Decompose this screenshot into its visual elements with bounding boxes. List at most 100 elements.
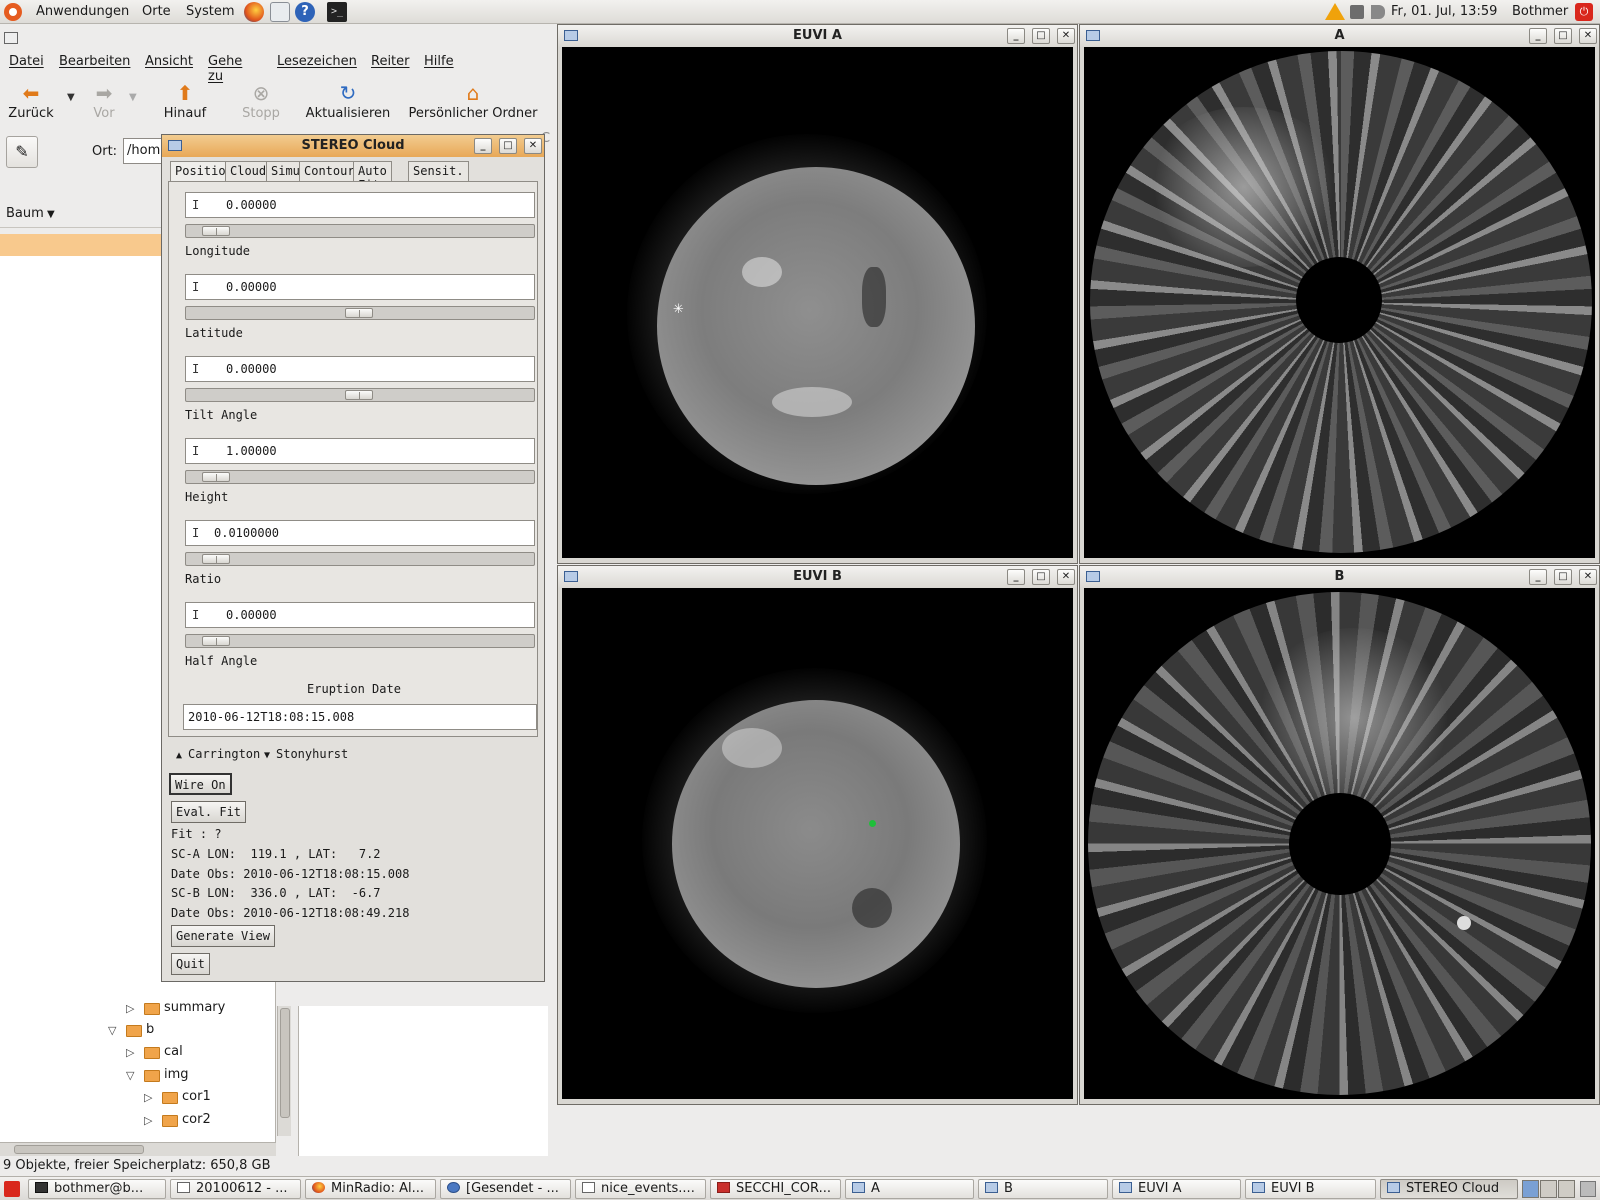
close-icon[interactable]: ✕ [1579,28,1597,44]
window-cor-a[interactable]: A _ □ ✕ [1079,24,1600,564]
wire-on-button[interactable]: Wire On [169,773,232,795]
eruption-date-field[interactable]: 2010-06-12T18:08:15.008 [183,704,537,730]
window-titlebar[interactable]: EUVI B _ □ ✕ [558,566,1077,588]
expand-arrow-icon[interactable]: ▷ [126,1002,134,1015]
menu-places[interactable]: Orte [142,4,171,19]
longitude-slider[interactable] [185,224,535,238]
menu-system[interactable]: System [186,4,234,19]
taskbar-button[interactable]: STEREO Cloud [1380,1179,1518,1199]
scrollbar-thumb[interactable] [280,1008,290,1118]
eval-fit-button[interactable]: Eval. Fit [171,801,247,823]
sidepane-selector[interactable]: Baum ▼ [0,202,165,228]
longitude-field[interactable]: I 0.00000 [185,192,535,218]
user-name[interactable]: Bothmer [1512,4,1568,19]
clock[interactable]: Fr, 01. Jul, 13:59 [1391,4,1497,19]
slider-handle[interactable] [202,554,230,564]
radio-stonyhurst[interactable]: ▼ Stonyhurst [264,747,348,761]
maximize-icon[interactable]: □ [499,138,517,154]
slider-handle[interactable] [202,226,230,236]
volume-icon[interactable] [1371,5,1385,19]
close-icon[interactable]: ✕ [524,138,542,154]
show-desktop-icon[interactable] [4,1181,20,1197]
window-menu-icon[interactable] [4,32,18,44]
maximize-icon[interactable]: □ [1032,569,1050,585]
menu-applications[interactable]: Anwendungen [36,4,129,19]
window-euvi-a[interactable]: EUVI A _ □ ✕ ✳ [557,24,1078,564]
window-menu-icon[interactable] [168,140,182,151]
window-euvi-b[interactable]: EUVI B _ □ ✕ [557,565,1078,1105]
cor-b-image[interactable] [1084,588,1595,1099]
close-icon[interactable]: ✕ [1057,569,1075,585]
minimize-icon[interactable]: _ [1529,569,1547,585]
window-menu-icon[interactable] [1086,571,1100,582]
warning-icon[interactable] [1325,3,1345,20]
close-icon[interactable]: ✕ [1579,569,1597,585]
menu-hilfe[interactable]: Hilfe [424,54,454,69]
tilt-angle-slider[interactable] [185,388,535,402]
workspace-3[interactable] [1558,1180,1575,1198]
menu-lesezeichen[interactable]: Lesezeichen [277,54,357,69]
collapse-arrow-icon[interactable]: ▽ [108,1024,116,1037]
euvi-a-image[interactable]: ✳ [562,47,1073,558]
scrollbar-thumb[interactable] [14,1145,144,1154]
taskbar-button[interactable]: bothmer@b... [28,1179,166,1199]
taskbar-button[interactable]: EUVI A [1112,1179,1241,1199]
slider-handle[interactable] [202,636,230,646]
height-slider[interactable] [185,470,535,484]
window-cor-b[interactable]: B _ □ ✕ [1079,565,1600,1105]
minimize-icon[interactable]: _ [474,138,492,154]
taskbar-button[interactable]: [Gesendet - ... [440,1179,571,1199]
menu-ansicht[interactable]: Ansicht [145,54,193,69]
height-field[interactable]: I 1.00000 [185,438,535,464]
maximize-icon[interactable]: □ [1032,28,1050,44]
window-menu-icon[interactable] [564,30,578,41]
tab-sensit[interactable]: Sensit. [408,161,469,181]
latitude-field[interactable]: I 0.00000 [185,274,535,300]
ratio-field[interactable]: I 0.0100000 [185,520,535,546]
expand-arrow-icon[interactable]: ▷ [126,1046,134,1059]
window-titlebar[interactable]: EUVI A _ □ ✕ [558,25,1077,47]
ratio-slider[interactable] [185,552,535,566]
file-view[interactable] [298,1006,548,1156]
generate-view-button[interactable]: Generate View [171,925,275,947]
menu-reiter[interactable]: Reiter [371,54,410,69]
mail-icon[interactable] [270,2,290,22]
minimize-icon[interactable]: _ [1007,28,1025,44]
back-history-chevron-icon[interactable]: ▼ [67,92,75,103]
window-titlebar[interactable]: A _ □ ✕ [1080,25,1599,47]
window-titlebar[interactable]: B _ □ ✕ [1080,566,1599,588]
half-angle-slider[interactable] [185,634,535,648]
taskbar-button[interactable]: A [845,1179,974,1199]
maximize-icon[interactable]: □ [1554,569,1572,585]
maximize-icon[interactable]: □ [1554,28,1572,44]
taskbar-button[interactable]: EUVI B [1245,1179,1376,1199]
euvi-b-image[interactable] [562,588,1073,1099]
latitude-slider[interactable] [185,306,535,320]
forward-history-chevron-icon[interactable]: ▼ [129,92,137,103]
help-icon[interactable]: ? [295,2,315,22]
taskbar-button[interactable]: MinRadio: Al... [305,1179,436,1199]
workspace-2[interactable] [1540,1180,1557,1198]
tree-vertical-scrollbar[interactable] [277,1006,291,1136]
trash-icon[interactable] [1580,1181,1596,1197]
minimize-icon[interactable]: _ [1529,28,1547,44]
expand-arrow-icon[interactable]: ▷ [144,1091,152,1104]
tree-horizontal-scrollbar[interactable] [0,1142,276,1156]
taskbar-button[interactable]: 20100612 - ... [170,1179,301,1199]
cor-a-image[interactable] [1084,47,1595,558]
workspace-1[interactable] [1522,1180,1539,1198]
window-titlebar[interactable]: STEREO Cloud _ □ ✕ [162,135,544,157]
terminal-icon[interactable]: >_ [327,2,347,22]
minimize-icon[interactable]: _ [1007,569,1025,585]
menu-datei[interactable]: Datei [9,54,44,69]
tab-auto-fit[interactable]: Auto Fit [353,161,392,192]
radio-carrington[interactable]: ▲ Carrington [176,747,260,761]
taskbar-button[interactable]: nice_events.... [575,1179,706,1199]
quit-button[interactable]: Quit [171,953,210,975]
close-icon[interactable]: ✕ [1057,28,1075,44]
stereo-cloud-dialog[interactable]: STEREO Cloud _ □ ✕ Position Cloud Simu C… [161,134,545,982]
tree-selected-row[interactable] [0,234,165,256]
tab-contour[interactable]: Contour [299,161,360,181]
slider-handle[interactable] [345,308,373,318]
window-menu-icon[interactable] [1086,30,1100,41]
